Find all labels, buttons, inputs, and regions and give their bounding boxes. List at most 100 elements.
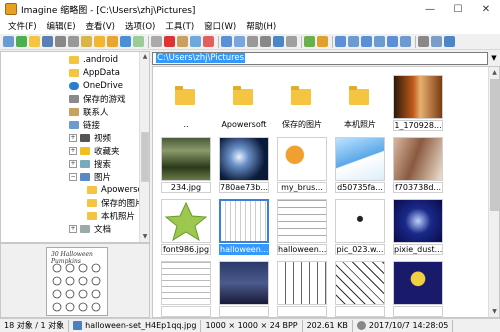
scrollbar-thumb[interactable] — [141, 132, 149, 182]
tree-item[interactable]: + 收藏夹 — [69, 145, 120, 157]
star-shape — [164, 201, 208, 242]
thumbnail-grid: .. Apowersoft 保存的图片 本机照片 1_170928... 234… — [152, 66, 500, 318]
folder-item[interactable]: Apowersoft — [219, 75, 269, 131]
sort-icon[interactable] — [260, 36, 271, 47]
image-item[interactable]: f703738d... — [393, 137, 443, 193]
menu-options[interactable]: 选项(O) — [120, 20, 160, 32]
tree-item[interactable]: .android — [69, 54, 118, 66]
expand-icon[interactable]: + — [69, 134, 77, 142]
tree-item-label: OneDrive — [83, 81, 123, 91]
tree-item[interactable]: + 视频 — [69, 132, 111, 144]
clock-icon — [356, 321, 366, 330]
menu-view[interactable]: 查看(V) — [81, 20, 120, 32]
batch-icon[interactable] — [317, 36, 328, 47]
refresh-icon[interactable] — [120, 36, 131, 47]
help-icon[interactable] — [444, 36, 455, 47]
scroll-down-icon[interactable]: ▼ — [489, 306, 499, 317]
new-folder-icon[interactable] — [94, 36, 105, 47]
image-item[interactable]: 780ae73b... — [219, 137, 269, 193]
file-name — [219, 306, 269, 317]
settings-icon[interactable] — [418, 36, 429, 47]
tree-item[interactable]: + 文档 — [69, 223, 111, 235]
email-icon[interactable] — [81, 36, 92, 47]
image-item[interactable]: d50735fa... — [335, 137, 385, 193]
details-icon[interactable] — [234, 36, 245, 47]
image-item[interactable] — [335, 261, 385, 317]
menu-edit[interactable]: 编辑(E) — [42, 20, 81, 32]
expand-icon[interactable]: + — [69, 225, 77, 233]
open-folder-icon[interactable] — [29, 36, 40, 47]
image-item[interactable]: font986.jpg — [161, 199, 211, 255]
info-icon[interactable] — [273, 36, 284, 47]
toolbar-separator — [301, 35, 302, 48]
tree-item[interactable]: 本机照片 — [87, 210, 135, 222]
tree-item[interactable]: + 搜索 — [69, 158, 111, 170]
properties-icon[interactable] — [286, 36, 297, 47]
menu-window[interactable]: 窗口(W) — [199, 20, 241, 32]
folder-item[interactable]: .. — [161, 75, 211, 131]
menu-help[interactable]: 帮助(H) — [241, 20, 281, 32]
plugin-icon[interactable] — [431, 36, 442, 47]
image-item[interactable] — [219, 261, 269, 317]
folder-item[interactable]: 保存的图片 — [277, 75, 327, 131]
image-item[interactable]: 1_170928... — [393, 75, 443, 131]
paste-icon[interactable] — [177, 36, 188, 47]
layout-6-icon[interactable] — [400, 36, 411, 47]
close-button[interactable]: ✕ — [472, 0, 500, 18]
documents-icon — [80, 225, 90, 233]
image-item[interactable]: pixie_dust... — [393, 199, 443, 255]
image-item[interactable]: 234.jpg — [161, 137, 211, 193]
thumbnails-icon[interactable] — [221, 36, 232, 47]
folder-up-icon[interactable] — [107, 36, 118, 47]
grid-scrollbar[interactable]: ▲ ▼ — [488, 67, 499, 317]
menu-file[interactable]: 文件(F) — [3, 20, 42, 32]
layout-1-icon[interactable] — [335, 36, 346, 47]
image-item[interactable] — [277, 261, 327, 317]
tree-item[interactable]: − 图片 — [69, 171, 111, 183]
layout-4-icon[interactable] — [374, 36, 385, 47]
tree-item[interactable]: 保存的游戏 — [69, 93, 126, 105]
thumbnail — [393, 75, 443, 119]
cut-icon[interactable] — [164, 36, 175, 47]
view-icon[interactable] — [3, 36, 14, 47]
layout-5-icon[interactable] — [387, 36, 398, 47]
scroll-up-icon[interactable]: ▲ — [140, 52, 149, 62]
scan-icon[interactable] — [68, 36, 79, 47]
convert-icon[interactable] — [304, 36, 315, 47]
minimize-button[interactable]: — — [416, 0, 444, 18]
filter-icon[interactable] — [247, 36, 258, 47]
expand-icon[interactable]: + — [69, 147, 77, 155]
layout-2-icon[interactable] — [348, 36, 359, 47]
image-item[interactable]: halloween... — [277, 199, 327, 255]
tree-item[interactable]: 联系人 — [69, 106, 109, 118]
menu-tools[interactable]: 工具(T) — [160, 20, 199, 32]
print-icon[interactable] — [55, 36, 66, 47]
tree-item[interactable]: 链接 — [69, 119, 100, 131]
image-item-selected[interactable]: halloween... — [219, 199, 269, 255]
layout-3-icon[interactable] — [361, 36, 372, 47]
image-item[interactable] — [161, 261, 211, 317]
save-icon[interactable] — [42, 36, 53, 47]
folder-item[interactable]: 本机照片 — [335, 75, 385, 131]
address-input[interactable]: C:\Users\zhj\Pictures — [152, 51, 488, 65]
move-icon[interactable] — [190, 36, 201, 47]
tree-scrollbar[interactable]: ▲ ▼ — [139, 52, 149, 242]
tree-item[interactable]: OneDrive — [69, 80, 123, 92]
tree-item[interactable]: AppData — [69, 67, 120, 79]
back-icon[interactable] — [16, 36, 27, 47]
scrollbar-thumb[interactable] — [490, 79, 499, 211]
image-item[interactable]: pic_023.w... — [335, 199, 385, 255]
slideshow-icon[interactable] — [133, 36, 144, 47]
delete-icon[interactable] — [203, 36, 214, 47]
expand-icon[interactable]: + — [69, 160, 77, 168]
tree-item[interactable]: 保存的图片 — [87, 197, 144, 209]
preview-pane: 30 Halloween Pumpkins — [0, 243, 150, 318]
scroll-up-icon[interactable]: ▲ — [489, 67, 499, 78]
maximize-button[interactable]: ☐ — [444, 0, 472, 18]
image-item[interactable]: my_brus... — [277, 137, 327, 193]
image-item[interactable] — [393, 261, 443, 317]
scroll-down-icon[interactable]: ▼ — [140, 232, 149, 242]
copy-icon[interactable] — [151, 36, 162, 47]
collapse-icon[interactable]: − — [69, 173, 77, 181]
chevron-down-icon[interactable]: ▼ — [488, 52, 500, 65]
